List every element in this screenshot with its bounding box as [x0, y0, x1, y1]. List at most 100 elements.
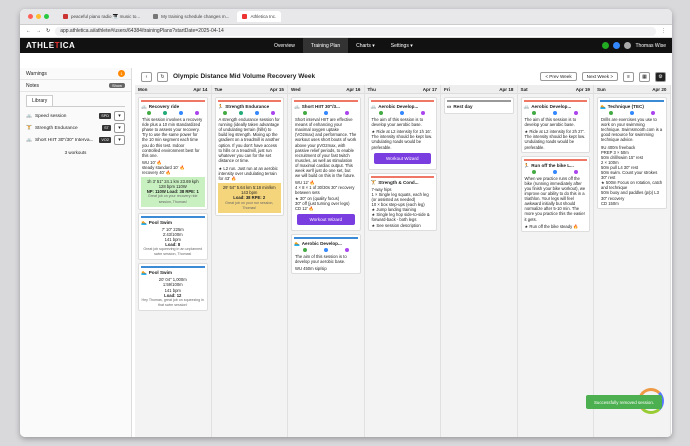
info-icon[interactable]	[629, 111, 634, 116]
info-icon[interactable]	[553, 111, 558, 116]
library-item[interactable]: 🚲 Short HIIT 30"/30" Interva... VO2 ▾	[26, 134, 125, 146]
next-week-button[interactable]: Next Week >	[581, 72, 618, 81]
day-header: Thu Apr 17	[364, 85, 440, 94]
wizard-icon[interactable]	[344, 111, 349, 116]
info-icon[interactable]	[323, 111, 328, 116]
card-title: 🚲 Short HIIT 30"/3...	[294, 100, 358, 109]
card-title-text: Aerobic Develop...	[531, 104, 572, 109]
check-icon[interactable]	[302, 111, 307, 116]
info-icon[interactable]	[553, 169, 558, 174]
add-icon[interactable]: ▾	[114, 111, 125, 121]
workout-card[interactable]: 🚲 Recovery ride This session involves a r…	[138, 97, 208, 210]
workout-card[interactable]: 🚲 Aerobic Develop... The aim of this sess…	[367, 97, 437, 170]
forward-icon[interactable]: →	[36, 28, 41, 34]
workout-card[interactable]: 🏃 Strength Endurance A strength endurance…	[214, 97, 284, 216]
check-icon[interactable]	[146, 111, 151, 116]
app-logo[interactable]: ATHLETICA	[26, 41, 266, 50]
library-panel: Library 🚲 Speed session SPD ▾ 🏋 Strength End…	[20, 92, 131, 158]
close-window-icon[interactable]	[28, 14, 33, 19]
workout-card[interactable]: 🏊 Pool Swim 20' 04" 1,000m 1:59/100m 141 …	[138, 263, 208, 311]
add-icon[interactable]: ▾	[114, 135, 125, 145]
check-icon[interactable]	[223, 111, 228, 116]
info-icon[interactable]	[400, 111, 405, 116]
info-icon[interactable]	[323, 247, 328, 252]
nav-settings[interactable]: Settings ▾	[383, 38, 421, 53]
minimize-window-icon[interactable]	[36, 14, 41, 19]
workout-count: 3 workouts	[64, 150, 87, 155]
gear-icon[interactable]: ⚙	[655, 71, 666, 82]
back-icon[interactable]: ←	[26, 28, 31, 34]
reload-icon[interactable]: ↻	[46, 28, 50, 34]
day-column-fri: Fri Apr 18 ▭ Rest day	[441, 85, 518, 437]
workout-wizard-button[interactable]: Workout Wizard	[297, 213, 355, 225]
avatar[interactable]	[624, 42, 632, 49]
library-item-chip: ST	[102, 125, 111, 131]
browser-tab[interactable]: peaceful piano radio 🎹 music to...	[58, 11, 145, 22]
rest-day-card[interactable]: ▭ Rest day	[444, 97, 514, 115]
library-item[interactable]: 🏋 Strength Endurance ST ▾	[26, 122, 125, 134]
add-icon[interactable]: ▾	[114, 123, 125, 133]
user-name[interactable]: Thomas Wise	[635, 43, 666, 49]
week-title: Olympic Distance Mid Volume Recovery Wee…	[173, 73, 316, 80]
wizard-icon[interactable]	[271, 111, 276, 116]
wizard-icon[interactable]	[574, 111, 579, 116]
prev-week-button[interactable]: < Prev Week	[540, 72, 577, 81]
info-icon[interactable]	[178, 111, 183, 116]
workout-card[interactable]: 🚲 Short HIIT 30"/3... Short interval HIIT…	[291, 97, 361, 231]
check-icon[interactable]	[532, 169, 537, 174]
url-text: app.athletica.ai/athlete#/users/64384/tr…	[60, 28, 224, 34]
chat-icon[interactable]	[613, 42, 621, 49]
nav-training-plan[interactable]: Training Plan	[302, 38, 349, 53]
menu-icon[interactable]: ⋮	[661, 28, 666, 34]
workout-card[interactable]: 🚲 Aerobic Develop... The aim of this sess…	[520, 97, 590, 153]
check-icon[interactable]	[379, 111, 384, 116]
training-plan-main: ‹ ↻ Olympic Distance Mid Volume Recovery…	[135, 68, 672, 437]
nav-overview[interactable]: Overview	[266, 38, 303, 53]
swim-icon: 🏊	[141, 270, 147, 276]
sidebar: Warnings 1 Notes Show Library 🚲 Speed sessi…	[20, 68, 132, 437]
browser-tab[interactable]: My training schedule changes m...	[148, 11, 234, 22]
workout-card[interactable]: 🏊 Pool Swim 7' 10" 225m 2:43/100m 141 bpm…	[138, 212, 208, 261]
info-icon[interactable]	[255, 111, 260, 116]
wizard-icon[interactable]	[421, 111, 426, 116]
strava-icon[interactable]	[239, 111, 244, 116]
workout-card[interactable]: 🏋 Strength & Cond... 7-way hips 1 × Singl…	[367, 172, 437, 231]
refresh-icon[interactable]: ↻	[157, 71, 168, 82]
wizard-icon[interactable]	[650, 111, 655, 116]
card-title-text: Strength & Cond...	[378, 179, 419, 185]
success-toast: Successfully removed session.	[586, 395, 662, 409]
logo-part: ICA	[59, 41, 76, 50]
library-tab[interactable]: Library	[26, 95, 54, 106]
maximize-window-icon[interactable]	[44, 14, 49, 19]
workout-card[interactable]: 🏊 Technique (TEC) Drills are exercises yo…	[597, 97, 667, 209]
warnings-row[interactable]: Warnings 1	[20, 68, 131, 80]
strava-icon[interactable]	[162, 111, 167, 116]
browser-tab-active[interactable]: Athletica Inc.	[237, 11, 282, 22]
browser-tabbar: peaceful piano radio 🎹 music to... My tr…	[20, 9, 672, 25]
workout-card[interactable]: 🏊 Aerobic Develop... The aim of this sess…	[291, 233, 361, 275]
calendar-icon[interactable]: ▦	[639, 71, 650, 82]
collapse-sidebar-icon[interactable]: ‹	[141, 71, 152, 82]
wizard-icon[interactable]	[194, 111, 199, 116]
wizard-icon[interactable]	[574, 169, 579, 174]
library-item-chip: VO2	[99, 137, 111, 143]
url-input[interactable]: app.athletica.ai/athlete#/users/64384/tr…	[55, 26, 656, 36]
workout-wizard-button[interactable]: Workout Wizard	[373, 152, 431, 164]
day-name: Sat	[520, 86, 528, 92]
list-icon[interactable]: ≡	[623, 71, 634, 82]
workout-card[interactable]: 🏃 Run off the bike L... When we practice …	[520, 155, 590, 232]
check-icon[interactable]	[302, 247, 307, 252]
bike-icon: 🚲	[370, 104, 377, 109]
check-icon[interactable]	[608, 111, 613, 116]
day-date: Apr 16	[346, 86, 361, 92]
nav-charts[interactable]: Charts ▾	[348, 38, 383, 53]
wizard-icon[interactable]	[344, 247, 349, 252]
check-icon[interactable]	[602, 42, 610, 49]
week-grid: Mon Apr 14 🚲 Recovery ride This session in…	[135, 85, 672, 437]
library-item[interactable]: 🚲 Speed session SPD ▾	[26, 110, 125, 122]
card-description: The aim of this session is to develop yo…	[295, 253, 347, 265]
notes-show-button[interactable]: Show	[108, 83, 125, 88]
card-description: Drills are exercises you use to work on …	[601, 117, 663, 143]
card-step: ★ See session description	[371, 222, 421, 228]
check-icon[interactable]	[532, 111, 537, 116]
